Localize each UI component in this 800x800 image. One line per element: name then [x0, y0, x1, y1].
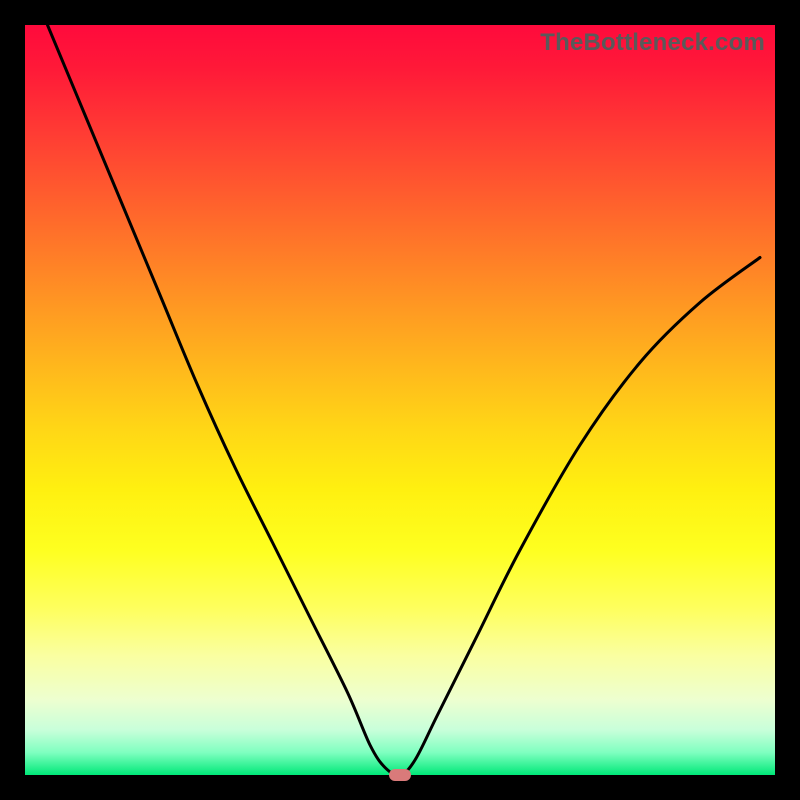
- chart-frame: TheBottleneck.com: [0, 0, 800, 800]
- plot-area: TheBottleneck.com: [25, 25, 775, 775]
- optimum-marker: [389, 769, 411, 781]
- bottleneck-curve: [25, 25, 775, 775]
